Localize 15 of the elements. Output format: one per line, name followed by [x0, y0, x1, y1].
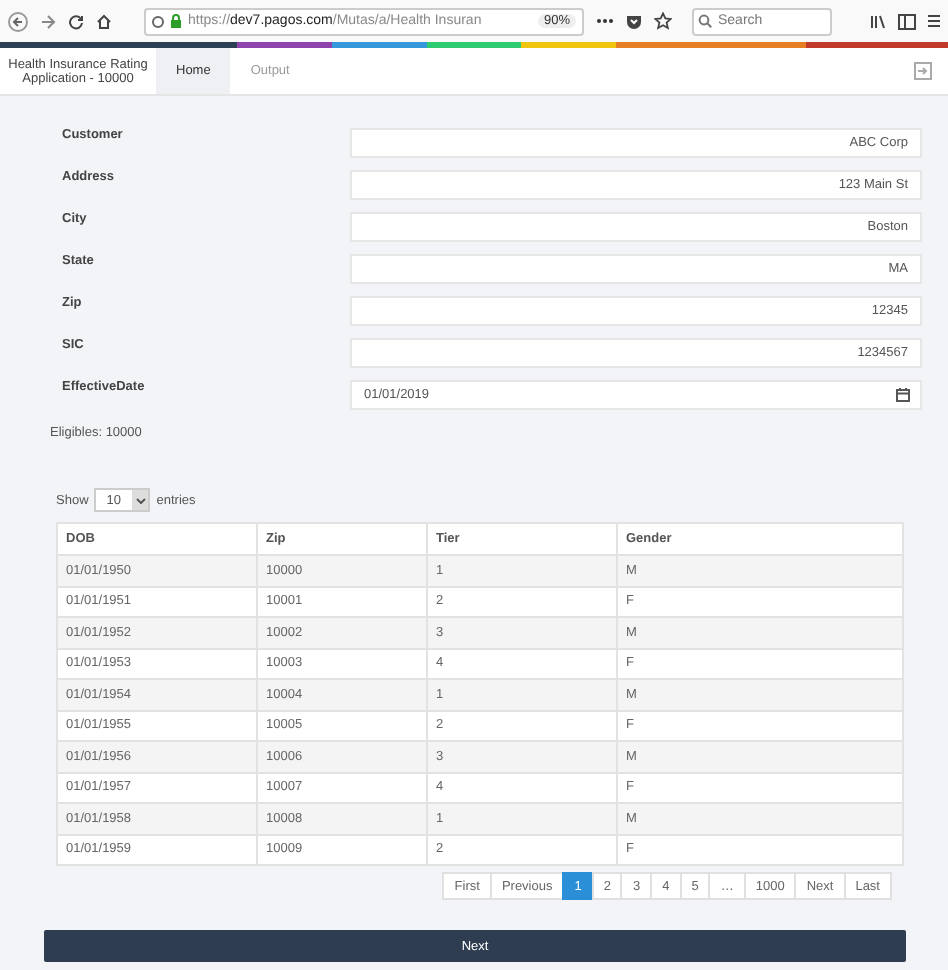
more-icon[interactable] — [596, 18, 614, 24]
back-icon[interactable] — [8, 11, 28, 31]
forward-icon[interactable] — [40, 13, 56, 29]
library-icon[interactable] — [870, 13, 886, 29]
calendar-icon[interactable] — [896, 388, 910, 402]
info-icon[interactable] — [152, 15, 164, 27]
search-icon — [698, 14, 712, 28]
star-icon[interactable] — [654, 12, 672, 30]
menu-icon[interactable] — [928, 14, 940, 28]
sidebar-icon[interactable] — [898, 13, 916, 29]
home-icon[interactable] — [96, 13, 112, 29]
caret-icon — [135, 497, 146, 503]
pocket-icon[interactable] — [626, 13, 642, 29]
lock-icon — [170, 14, 182, 28]
reload-icon[interactable] — [68, 13, 84, 29]
